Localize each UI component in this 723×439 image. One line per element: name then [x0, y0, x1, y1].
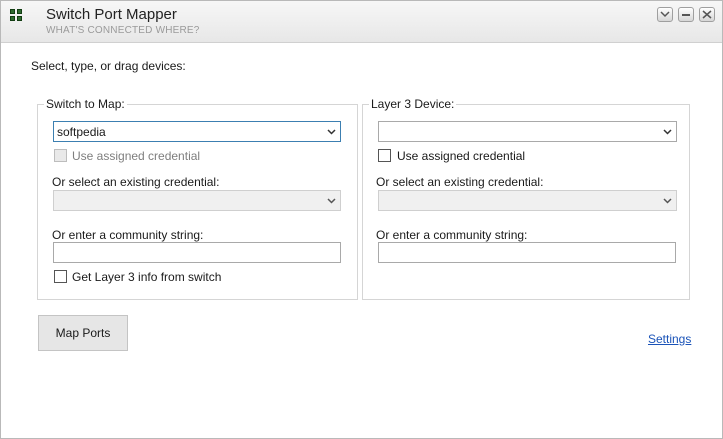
switch-existing-credential-select[interactable] — [53, 190, 341, 211]
map-ports-button[interactable]: Map Ports — [38, 315, 128, 351]
window-subtitle: WHAT'S CONNECTED WHERE? — [46, 25, 200, 36]
settings-link[interactable]: Settings — [648, 332, 691, 346]
switch-device-value: softpedia — [57, 125, 106, 139]
switch-community-input[interactable] — [53, 242, 341, 263]
title-bar[interactable]: Switch Port Mapper WHAT'S CONNECTED WHER… — [1, 1, 722, 43]
minimize-icon[interactable] — [678, 7, 694, 22]
app-window: Switch Port Mapper WHAT'S CONNECTED WHER… — [0, 0, 723, 439]
layer3-community-input[interactable] — [378, 242, 676, 263]
switch-use-credential-label: Use assigned credential — [72, 149, 201, 163]
switch-existing-credential-label: Or select an existing credential: — [52, 175, 220, 189]
intro-text: Select, type, or drag devices: — [31, 59, 186, 73]
app-grid-icon — [10, 9, 22, 21]
chevron-down-icon[interactable] — [327, 196, 336, 205]
chevron-down-icon[interactable] — [327, 127, 336, 136]
switch-group-title: Switch to Map: — [44, 97, 127, 111]
layer3-existing-credential-label: Or select an existing credential: — [376, 175, 544, 189]
chevron-down-icon[interactable] — [657, 7, 673, 22]
layer3-info-label: Get Layer 3 info from switch — [72, 270, 222, 284]
chevron-down-icon[interactable] — [663, 127, 672, 136]
window-title: Switch Port Mapper — [46, 6, 177, 23]
switch-use-credential-checkbox[interactable] — [54, 149, 67, 162]
switch-community-label: Or enter a community string: — [52, 228, 204, 242]
layer3-device-combo[interactable] — [378, 121, 677, 142]
layer3-group-title: Layer 3 Device: — [369, 97, 457, 111]
layer3-use-credential-checkbox[interactable] — [378, 149, 391, 162]
close-icon[interactable] — [699, 7, 715, 22]
layer3-info-checkbox[interactable] — [54, 270, 67, 283]
layer3-use-credential-label: Use assigned credential — [397, 149, 526, 163]
switch-device-combo[interactable]: softpedia — [53, 121, 341, 142]
chevron-down-icon[interactable] — [663, 196, 672, 205]
layer3-community-label: Or enter a community string: — [376, 228, 528, 242]
layer3-existing-credential-select[interactable] — [378, 190, 677, 211]
